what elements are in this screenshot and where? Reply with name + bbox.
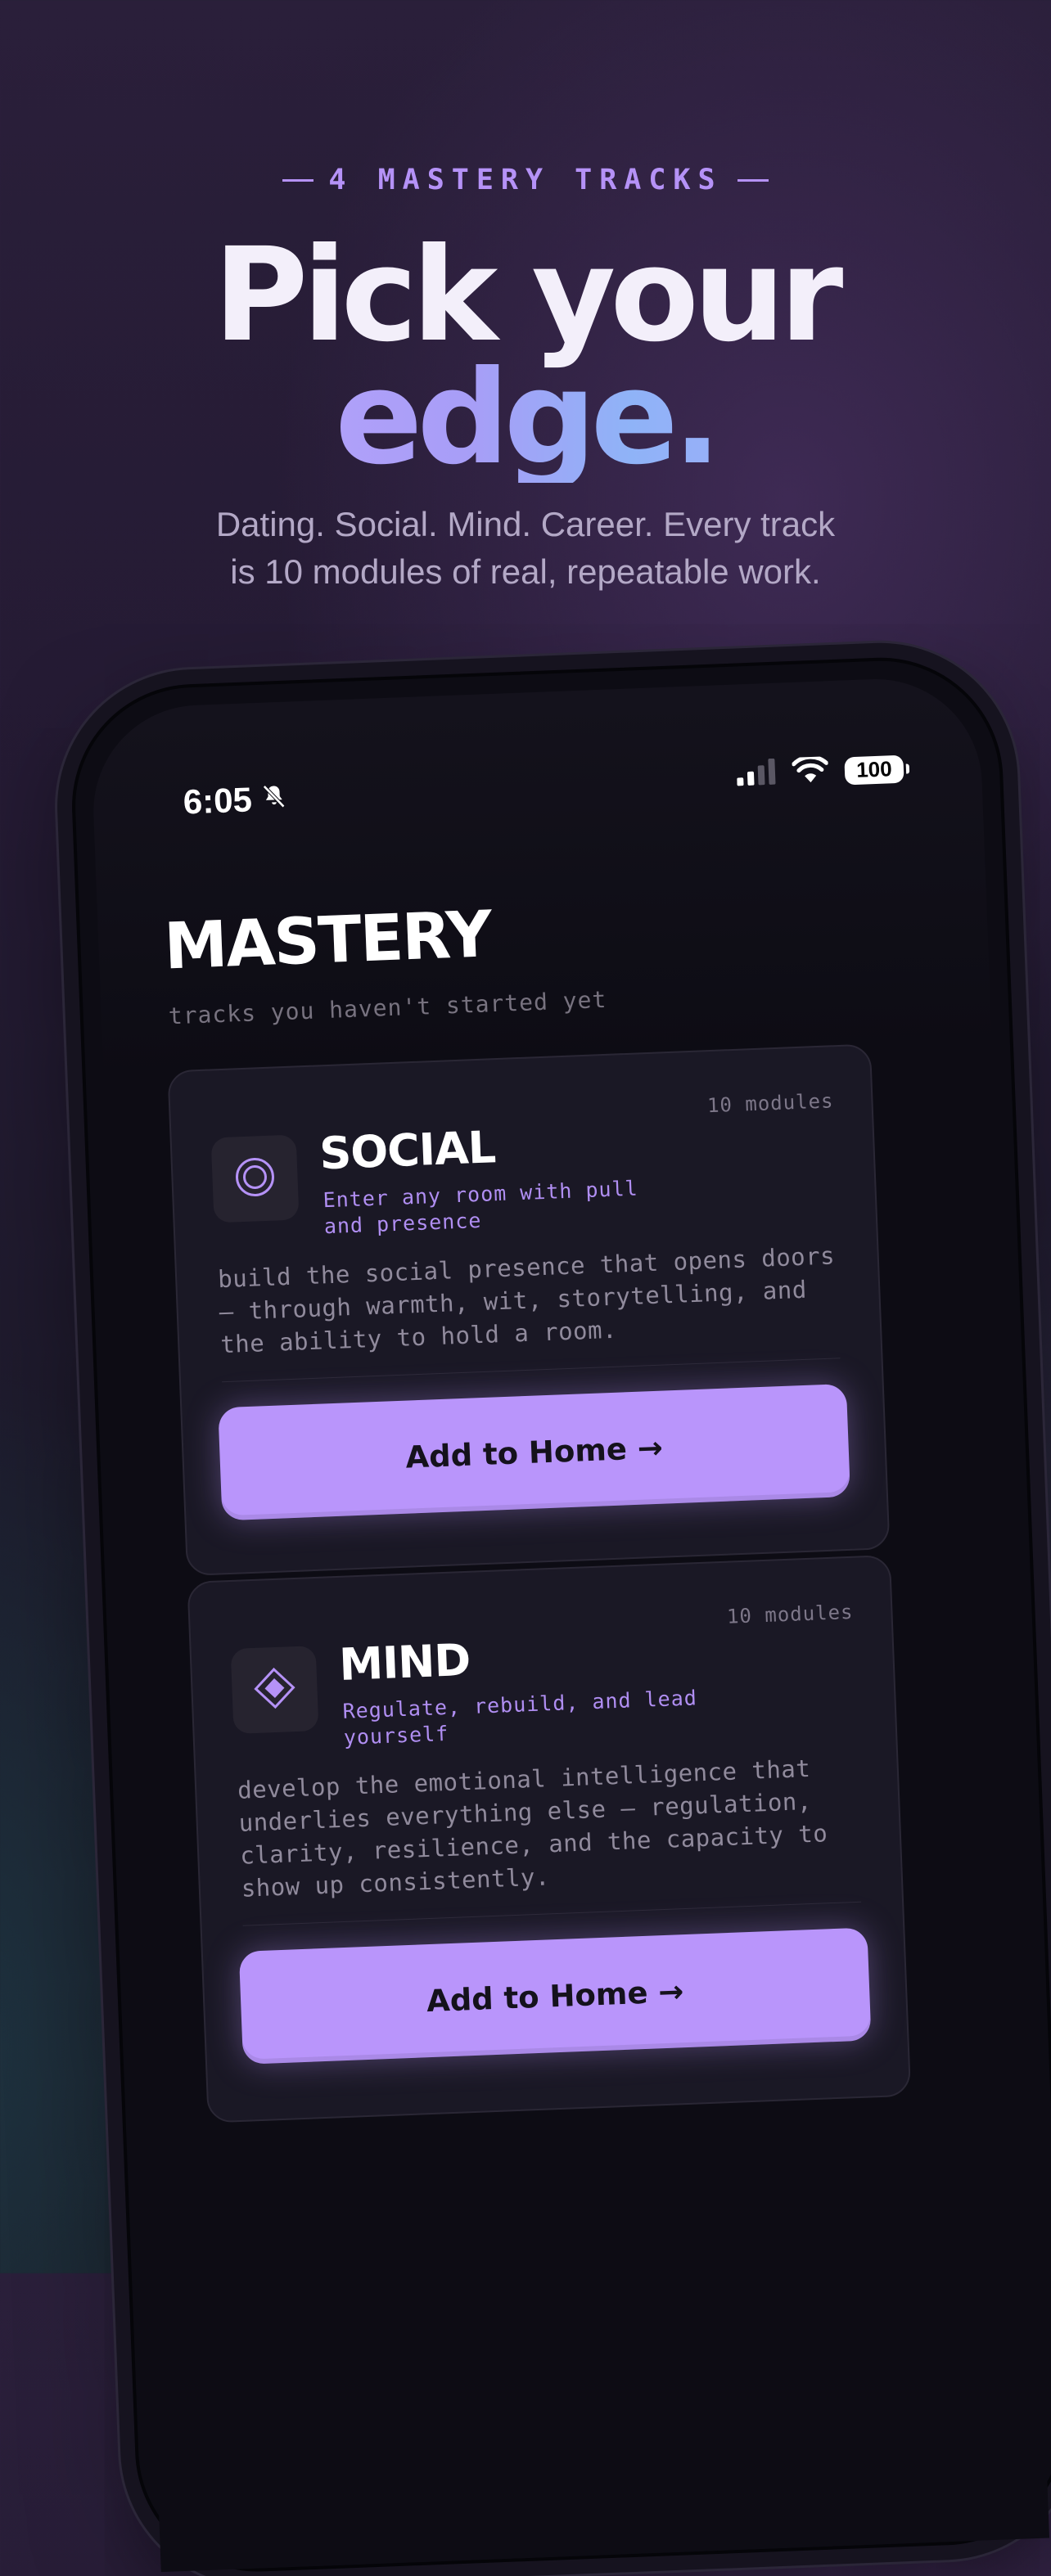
eyebrow-dash-right — [737, 178, 769, 182]
track-description: develop the emotional intelligence that … — [237, 1754, 828, 1903]
eyebrow-dash-left — [282, 178, 314, 182]
eyebrow-text: 4 MASTERY TRACKS — [328, 164, 723, 196]
hero-subtitle-line-1: Dating. Social. Mind. Career. Every trac… — [215, 505, 836, 543]
cellular-signal-icon — [736, 758, 776, 790]
card-divider — [222, 1358, 841, 1383]
hero-title-line-2: edge. — [0, 354, 1051, 483]
screen-title: MASTERY — [162, 898, 492, 984]
track-card-social[interactable]: 10 modules SOCIAL Enter any room with pu… — [167, 1043, 891, 1577]
phone-mockup: 6:05 100 MASTERY tracks you haven't star… — [67, 653, 1051, 2576]
status-right: 100 — [736, 754, 904, 790]
add-to-home-button[interactable]: Add to Home → — [218, 1383, 851, 1521]
hero-title-line-1: Pick your — [213, 220, 844, 371]
wifi-icon — [792, 754, 829, 788]
track-name: MIND — [338, 1633, 471, 1691]
track-description: build the social presence that opens doo… — [217, 1241, 836, 1359]
status-time: 6:05 — [183, 779, 289, 822]
hero-subtitle-line-2: is 10 modules of real, repeatable work. — [230, 552, 821, 591]
track-tagline: Enter any room with pull and presence — [323, 1176, 639, 1239]
diamond-icon — [252, 1666, 296, 1714]
status-bar: 6:05 100 — [92, 750, 983, 834]
module-count: 10 modules — [706, 1089, 834, 1118]
track-icon-box — [210, 1134, 300, 1223]
battery-icon: 100 — [844, 754, 904, 785]
add-to-home-button[interactable]: Add to Home → — [238, 1927, 872, 2065]
hero-subtitle: Dating. Social. Mind. Career. Every trac… — [131, 501, 920, 596]
phone-screen: 6:05 100 MASTERY tracks you haven't star… — [89, 675, 1050, 2573]
track-tagline: Regulate, rebuild, and lead yourself — [342, 1686, 698, 1750]
module-count: 10 modules — [726, 1600, 854, 1628]
eyebrow: 4 MASTERY TRACKS — [0, 164, 1051, 196]
track-card-mind[interactable]: 10 modules MIND Regulate, rebuild, and l… — [187, 1555, 912, 2123]
status-time-text: 6:05 — [182, 780, 253, 822]
track-icon-box — [230, 1646, 319, 1734]
screen-subtitle: tracks you haven't started yet — [168, 985, 607, 1030]
card-divider — [242, 1901, 862, 1926]
concentric-circles-icon — [232, 1155, 277, 1203]
track-name: SOCIAL — [318, 1121, 497, 1180]
bell-slash-icon — [259, 779, 289, 819]
